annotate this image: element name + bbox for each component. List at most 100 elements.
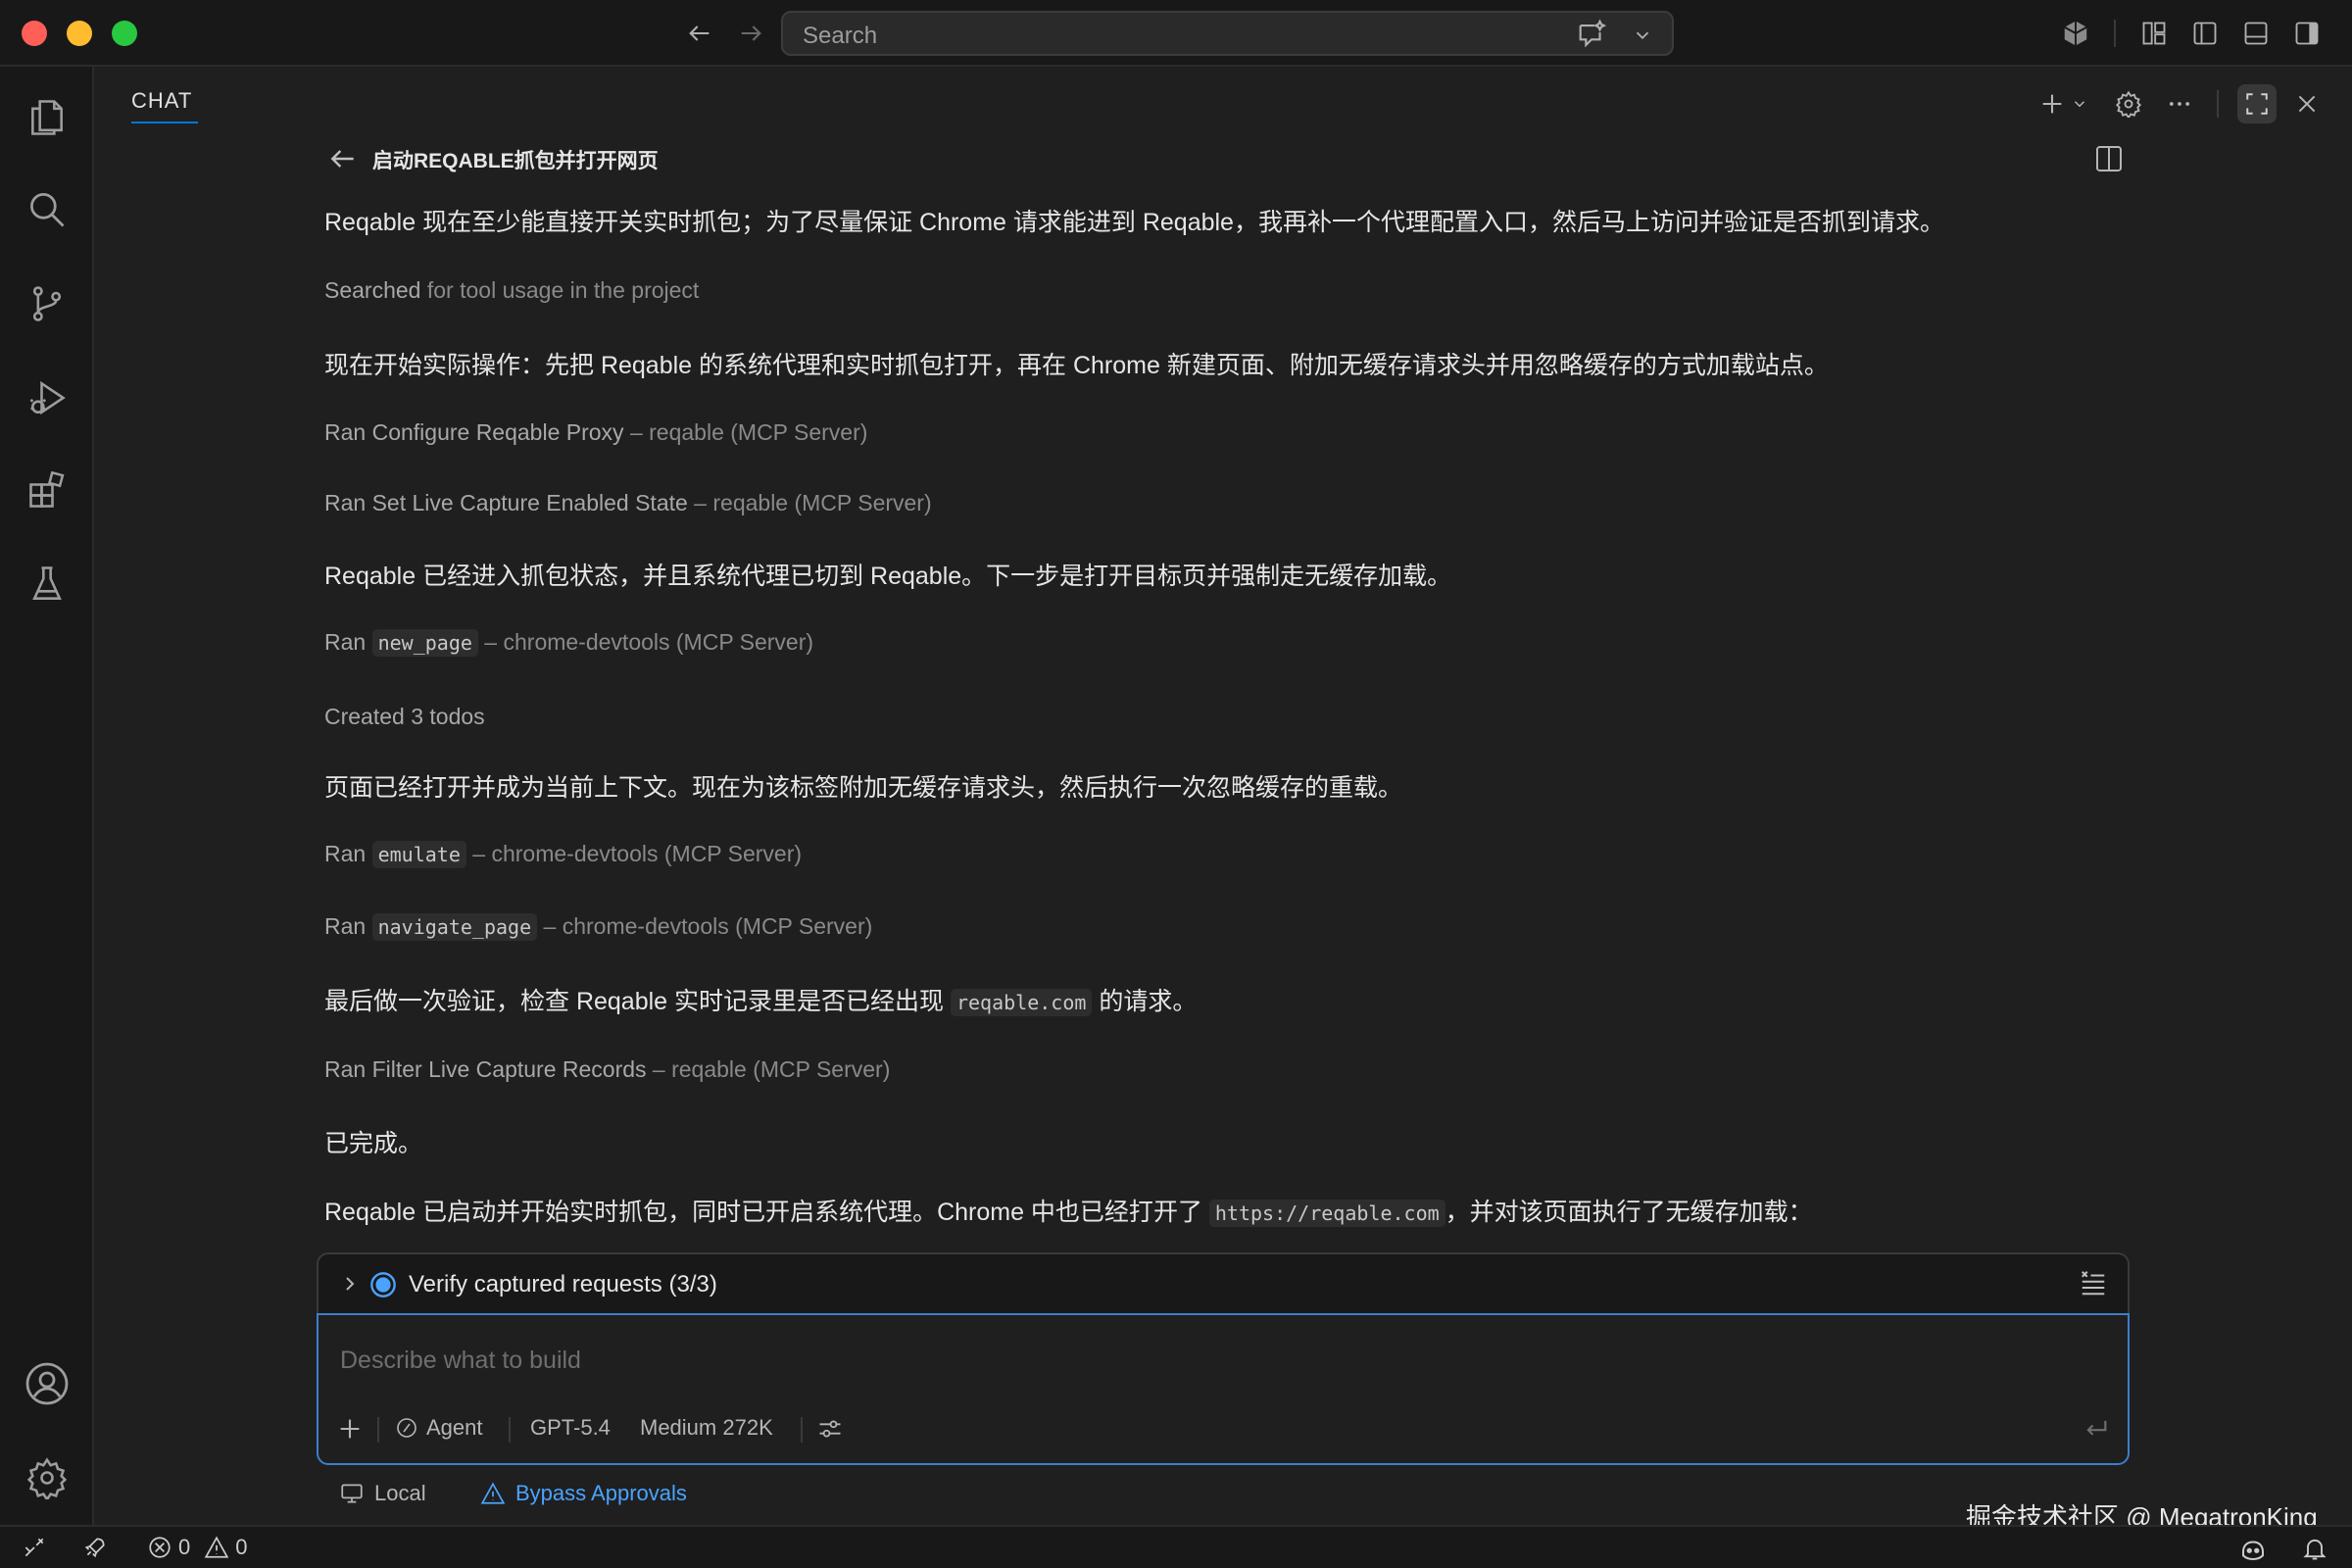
monitor-icon bbox=[341, 1484, 363, 1503]
assistant-message: Reqable 现在至少能直接开关实时抓包；为了尽量保证 Chrome 请求能进… bbox=[324, 209, 1944, 236]
activity-bar bbox=[0, 67, 94, 1525]
tool-name-code: navigate_page bbox=[371, 913, 538, 941]
chevron-down-icon[interactable] bbox=[2066, 84, 2093, 123]
tool-action: Ran bbox=[324, 629, 372, 655]
back-arrow-icon[interactable] bbox=[680, 14, 719, 53]
todo-label: Verify captured requests (3/3) bbox=[409, 1271, 717, 1298]
assistant-message: 页面已经打开并成为当前上下文。现在为该标签附加无缓存请求头，然后执行一次忽略缓存… bbox=[324, 774, 1403, 802]
toggle-panel-icon[interactable] bbox=[2238, 16, 2274, 51]
minimize-window-button[interactable] bbox=[67, 21, 92, 46]
error-count: 0 bbox=[178, 1535, 191, 1559]
chevron-down-icon[interactable] bbox=[1632, 24, 1653, 51]
tool-name-code: new_page bbox=[371, 629, 478, 657]
agent-mode-picker[interactable]: Agent bbox=[395, 1415, 483, 1441]
inline-code: https://reqable.com bbox=[1208, 1200, 1446, 1227]
tool-action: Ran Filter Live Capture Records bbox=[324, 1056, 647, 1082]
toggle-secondary-sidebar-icon[interactable] bbox=[2289, 16, 2325, 51]
location-label: Local bbox=[374, 1481, 426, 1505]
tool-name-code: emulate bbox=[371, 841, 466, 868]
tool-call-row[interactable]: Ran navigate_page – chrome-devtools (MCP… bbox=[324, 913, 873, 941]
command-search-box[interactable]: Search bbox=[781, 11, 1674, 56]
tool-call-row[interactable]: Ran emulate – chrome-devtools (MCP Serve… bbox=[324, 841, 803, 868]
tool-server: – chrome-devtools (MCP Server) bbox=[466, 841, 803, 866]
inline-code: reqable.com bbox=[950, 989, 1093, 1016]
search-icon[interactable] bbox=[20, 182, 74, 237]
todos-created-row[interactable]: Created 3 todos bbox=[324, 704, 485, 730]
tool-action: Ran Configure Reqable Proxy bbox=[324, 419, 624, 445]
tool-action: Ran bbox=[324, 841, 372, 866]
model-label: GPT-5.4 bbox=[530, 1415, 611, 1440]
tools-config-icon[interactable] bbox=[816, 1415, 844, 1447]
model-picker[interactable]: GPT-5.4 bbox=[530, 1415, 611, 1441]
more-actions-icon[interactable] bbox=[2160, 84, 2199, 123]
error-icon bbox=[149, 1537, 171, 1558]
add-context-plus-icon[interactable] bbox=[336, 1415, 364, 1447]
tool-action: Searched bbox=[324, 277, 421, 303]
todo-list-bar[interactable]: Verify captured requests (3/3) bbox=[317, 1252, 2130, 1313]
problems-indicator[interactable]: 0 0 bbox=[147, 1535, 248, 1560]
tool-action: Ran Set Live Capture Enabled State bbox=[324, 490, 688, 515]
settings-gear-icon[interactable] bbox=[20, 1450, 74, 1505]
message-text: 的请求。 bbox=[1092, 988, 1198, 1015]
close-window-button[interactable] bbox=[22, 21, 47, 46]
copilot-icon[interactable] bbox=[2058, 16, 2093, 51]
copilot-status-icon[interactable] bbox=[2238, 1535, 2268, 1564]
maximize-window-button[interactable] bbox=[112, 21, 137, 46]
notifications-bell-icon[interactable] bbox=[2301, 1535, 2328, 1562]
agent-mode-label: Agent bbox=[426, 1415, 483, 1440]
search-placeholder: Search bbox=[803, 23, 878, 49]
message-text: 最后做一次验证，检查 Reqable 实时记录里是否已经出现 bbox=[324, 988, 951, 1015]
tool-call-row[interactable]: Ran Filter Live Capture Records – reqabl… bbox=[324, 1056, 890, 1083]
title-bar: Search bbox=[0, 0, 2352, 67]
tool-server: – reqable (MCP Server) bbox=[687, 490, 932, 515]
remote-connection-icon[interactable] bbox=[22, 1535, 47, 1560]
clear-todos-icon[interactable] bbox=[2079, 1268, 2108, 1302]
close-icon[interactable] bbox=[2287, 84, 2327, 123]
tool-server: – chrome-devtools (MCP Server) bbox=[477, 629, 814, 655]
session-location-picker[interactable]: Local bbox=[339, 1481, 426, 1506]
customize-layout-icon[interactable] bbox=[2136, 16, 2172, 51]
message-text: Reqable 已启动并开始实时抓包，同时已开启系统代理。Chrome 中也已经… bbox=[324, 1199, 1209, 1226]
back-arrow-icon[interactable] bbox=[327, 143, 359, 179]
tool-detail: for tool usage in the project bbox=[420, 277, 700, 303]
effort-label: Medium 272K bbox=[640, 1415, 773, 1440]
chat-sparkle-icon[interactable] bbox=[1575, 19, 1608, 57]
tool-action: Ran bbox=[324, 913, 372, 939]
live-share-rocket-icon[interactable] bbox=[82, 1535, 108, 1560]
account-icon[interactable] bbox=[20, 1356, 74, 1411]
approvals-label: Bypass Approvals bbox=[515, 1481, 687, 1505]
forward-arrow-icon[interactable] bbox=[731, 14, 770, 53]
send-enter-icon[interactable] bbox=[2082, 1415, 2110, 1447]
warning-icon bbox=[204, 1536, 229, 1558]
source-control-icon[interactable] bbox=[20, 276, 74, 331]
tool-server: – reqable (MCP Server) bbox=[646, 1056, 891, 1082]
warning-icon bbox=[480, 1482, 506, 1504]
tool-call-row[interactable]: Searched for tool usage in the project bbox=[324, 277, 699, 304]
agent-mode-icon bbox=[397, 1418, 416, 1438]
chat-input-box[interactable]: Describe what to build Agent GPT-5.4 Med… bbox=[317, 1313, 2130, 1465]
maximize-chat-icon[interactable] bbox=[2237, 84, 2277, 123]
assistant-message: Reqable 已启动并开始实时抓包，同时已开启系统代理。Chrome 中也已经… bbox=[324, 1193, 1813, 1228]
in-progress-status-icon bbox=[369, 1271, 397, 1303]
chat-input-placeholder[interactable]: Describe what to build bbox=[340, 1347, 581, 1375]
run-debug-icon[interactable] bbox=[20, 370, 74, 425]
status-bar: 0 0 bbox=[0, 1525, 2352, 1568]
tool-server: – reqable (MCP Server) bbox=[623, 419, 868, 445]
bypass-approvals-toggle[interactable]: Bypass Approvals bbox=[480, 1481, 687, 1506]
chat-settings-gear-icon[interactable] bbox=[2109, 84, 2148, 123]
tool-server: – chrome-devtools (MCP Server) bbox=[537, 913, 873, 939]
tool-call-row[interactable]: Ran new_page – chrome-devtools (MCP Serv… bbox=[324, 629, 814, 657]
warning-count: 0 bbox=[235, 1535, 248, 1559]
chevron-right-icon[interactable] bbox=[338, 1272, 362, 1300]
assistant-message: 现在开始实际操作：先把 Reqable 的系统代理和实时抓包打开，再在 Chro… bbox=[324, 352, 1829, 379]
tool-call-row[interactable]: Ran Set Live Capture Enabled State – req… bbox=[324, 490, 932, 516]
toggle-sessions-panel-icon[interactable] bbox=[2093, 143, 2125, 179]
tool-call-row[interactable]: Ran Configure Reqable Proxy – reqable (M… bbox=[324, 419, 867, 446]
reasoning-effort-picker[interactable]: Medium 272K bbox=[640, 1415, 773, 1441]
testing-flask-icon[interactable] bbox=[20, 557, 74, 612]
tab-chat[interactable]: CHAT bbox=[131, 88, 192, 114]
assistant-message: Reqable 已经进入抓包状态，并且系统代理已切到 Reqable。下一步是打… bbox=[324, 563, 1452, 590]
extensions-icon[interactable] bbox=[20, 463, 74, 517]
explorer-files-icon[interactable] bbox=[20, 90, 74, 145]
toggle-primary-sidebar-icon[interactable] bbox=[2187, 16, 2223, 51]
